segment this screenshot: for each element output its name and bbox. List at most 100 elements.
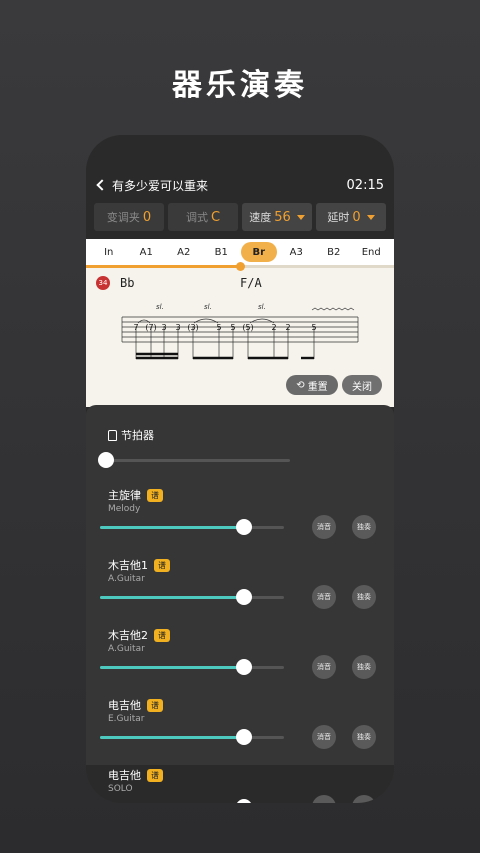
chord-label: F/A bbox=[240, 276, 262, 290]
tempo-control[interactable]: 速度 56 bbox=[242, 203, 312, 231]
track-name: 电吉他谱 bbox=[108, 767, 163, 783]
slide-mark: sl. bbox=[258, 303, 266, 311]
reset-button[interactable]: ⟲ 重置 bbox=[286, 375, 338, 395]
track-name: 主旋律谱 bbox=[108, 487, 163, 503]
section-tab[interactable]: B1 bbox=[203, 242, 239, 262]
tab-note: 3 bbox=[161, 323, 166, 332]
track-label: 主旋律 bbox=[108, 489, 141, 502]
tab-note: (7) bbox=[145, 323, 156, 332]
delay-label: 延时 bbox=[327, 211, 350, 224]
hero-title: 器乐演奏 bbox=[172, 68, 308, 103]
track-instrument: SOLO bbox=[108, 784, 133, 794]
slider-knob[interactable] bbox=[98, 452, 114, 468]
phone-frame: 有多少爱可以重来 02:15 变调夹 0 调式 C 速度 56 延时 0 In A… bbox=[86, 135, 394, 803]
section-tab[interactable]: A3 bbox=[278, 242, 314, 262]
score-badge[interactable]: 谱 bbox=[154, 628, 170, 642]
tab-note: 5 bbox=[230, 323, 235, 332]
track-instrument: E.Guitar bbox=[108, 714, 145, 724]
slide-mark: sl. bbox=[204, 303, 212, 311]
capo-value: 0 bbox=[142, 209, 152, 225]
score-badge[interactable]: 谱 bbox=[147, 488, 163, 502]
track-label: 木吉他2 bbox=[108, 629, 148, 642]
track-instrument: Melody bbox=[108, 504, 141, 514]
solo-button[interactable]: 独奏 bbox=[352, 795, 376, 803]
mute-button[interactable]: 消音 bbox=[312, 655, 336, 679]
section-tab[interactable]: A2 bbox=[166, 242, 202, 262]
track-label: 电吉他 bbox=[108, 699, 141, 712]
tab-note: 3 bbox=[175, 323, 180, 332]
tab-note: 2 bbox=[271, 323, 276, 332]
sheet-music: In A1 A2 B1 Br A3 B2 End 34 Bb F/A sl. s… bbox=[86, 239, 394, 407]
chord-row: 34 Bb F/A bbox=[86, 268, 394, 298]
section-tab[interactable]: Br bbox=[240, 242, 277, 262]
track-name: 木吉他2 谱 bbox=[108, 627, 170, 643]
clock: 02:15 bbox=[346, 177, 384, 193]
slider-knob[interactable] bbox=[235, 589, 252, 605]
delay-value: 0 bbox=[352, 209, 361, 225]
slider-fill bbox=[100, 666, 244, 669]
slider-knob[interactable] bbox=[235, 799, 252, 803]
key-label: 调式 bbox=[185, 211, 208, 224]
volume-slider[interactable] bbox=[100, 519, 284, 535]
tab-note: (5) bbox=[242, 323, 253, 332]
metronome-icon bbox=[108, 429, 117, 441]
tab-note: 2 bbox=[285, 323, 290, 332]
bar-number: 34 bbox=[96, 276, 110, 290]
solo-button[interactable]: 独奏 bbox=[352, 515, 376, 539]
tab-note: (3) bbox=[187, 323, 198, 332]
reset-label: 重置 bbox=[307, 381, 328, 393]
mute-button[interactable]: 消音 bbox=[312, 585, 336, 609]
volume-slider[interactable] bbox=[100, 659, 284, 675]
track-name: 木吉他1 谱 bbox=[108, 557, 170, 573]
slider-knob[interactable] bbox=[235, 729, 252, 745]
caret-down-icon bbox=[366, 214, 375, 220]
track-instrument: A.Guitar bbox=[108, 574, 145, 584]
track-label: 电吉他 bbox=[108, 769, 141, 782]
close-button[interactable]: 关闭 bbox=[342, 375, 382, 395]
key-control[interactable]: 调式 C bbox=[168, 203, 238, 231]
capo-label: 变调夹 bbox=[106, 211, 140, 224]
section-tab[interactable]: B2 bbox=[316, 242, 352, 262]
track-label: 木吉他1 bbox=[108, 559, 148, 572]
chord-label: Bb bbox=[120, 276, 135, 290]
metronome-label: 节拍器 bbox=[121, 429, 154, 442]
header-bar: 有多少爱可以重来 02:15 bbox=[86, 175, 394, 195]
tab-note: 7 bbox=[133, 323, 138, 332]
close-label: 关闭 bbox=[352, 381, 372, 393]
solo-button[interactable]: 独奏 bbox=[352, 655, 376, 679]
score-badge[interactable]: 谱 bbox=[147, 698, 163, 712]
section-tab[interactable]: End bbox=[353, 242, 389, 262]
control-bar: 变调夹 0 调式 C 速度 56 延时 0 bbox=[94, 203, 386, 231]
mute-button[interactable]: 消音 bbox=[312, 795, 336, 803]
score-badge[interactable]: 谱 bbox=[147, 768, 163, 782]
volume-slider[interactable] bbox=[100, 729, 284, 745]
slider-fill bbox=[100, 596, 244, 599]
mute-button[interactable]: 消音 bbox=[312, 515, 336, 539]
solo-button[interactable]: 独奏 bbox=[352, 585, 376, 609]
slider-knob[interactable] bbox=[235, 659, 252, 675]
metronome-row: 节拍器 bbox=[108, 427, 154, 443]
mixer-panel: 节拍器 主旋律谱 Melody 消音 独奏 木吉他1 谱 A.Guitar 消音 独奏 木吉他2 谱… bbox=[86, 405, 394, 803]
slider-knob[interactable] bbox=[235, 519, 252, 535]
tab-note: 5 bbox=[216, 323, 221, 332]
solo-button[interactable]: 独奏 bbox=[352, 725, 376, 749]
key-value: C bbox=[210, 209, 221, 225]
slider-fill bbox=[100, 736, 244, 739]
tablature: sl. sl. sl. 7 (7) 3 3 (3) 5 5 (5) 2 2 5 bbox=[121, 303, 359, 360]
section-tab[interactable]: In bbox=[91, 242, 127, 262]
track-name: 电吉他谱 bbox=[108, 697, 163, 713]
mute-button[interactable]: 消音 bbox=[312, 725, 336, 749]
track-instrument: A.Guitar bbox=[108, 644, 145, 654]
section-tab[interactable]: A1 bbox=[128, 242, 164, 262]
score-badge[interactable]: 谱 bbox=[154, 558, 170, 572]
tempo-value: 56 bbox=[274, 209, 291, 225]
tab-note: 5 bbox=[311, 323, 316, 332]
refresh-icon: ⟲ bbox=[296, 379, 305, 391]
volume-slider[interactable] bbox=[100, 589, 284, 605]
capo-control[interactable]: 变调夹 0 bbox=[94, 203, 164, 231]
back-button[interactable]: 有多少爱可以重来 bbox=[96, 177, 208, 194]
delay-control[interactable]: 延时 0 bbox=[316, 203, 386, 231]
metronome-slider[interactable] bbox=[98, 452, 290, 468]
chevron-left-icon bbox=[96, 179, 108, 191]
caret-down-icon bbox=[296, 214, 305, 220]
